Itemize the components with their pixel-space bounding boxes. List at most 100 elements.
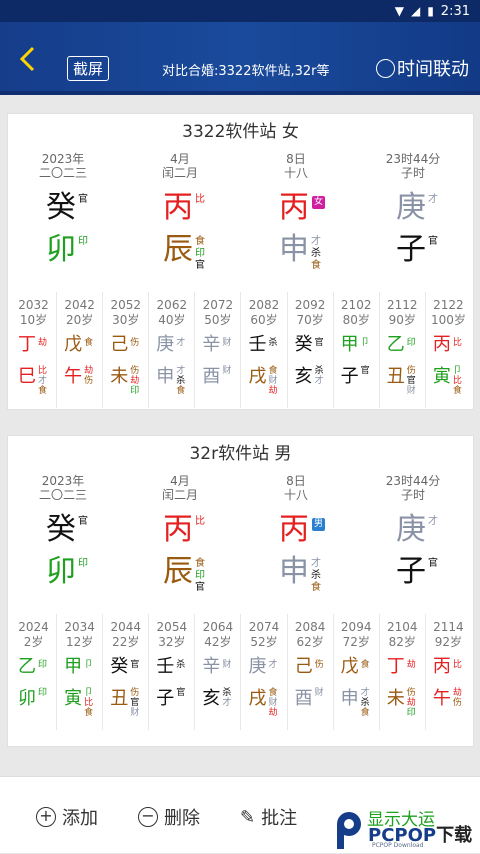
luck-branch: 未: [110, 366, 129, 387]
earthly-branch: 申: [279, 232, 309, 267]
screenshot-button[interactable]: 截屏: [67, 56, 110, 81]
luck-stem-tag: 财: [222, 338, 232, 348]
pillar-0: 2023年 二〇二三癸官卯印: [8, 152, 118, 267]
branch-tag: 官: [195, 260, 205, 271]
branch-tag: 印: [78, 236, 88, 247]
luck-stem-tag: 印: [38, 660, 48, 670]
luck-branch-tag: 食: [84, 708, 94, 718]
branch-tag: 印: [195, 570, 205, 581]
luck-cycle-column[interactable]: 2032 10岁丁巳 劫比才食: [11, 292, 58, 408]
luck-stem-tag: 才: [176, 338, 186, 348]
pillar-date: 23时44分: [385, 474, 441, 488]
luck-cycle-column[interactable]: 2062 40岁庚申才才杀食: [149, 292, 196, 408]
luck-cycle-column[interactable]: 2094 72岁戊申食才杀食: [334, 614, 380, 730]
luck-age: 72岁: [342, 635, 370, 649]
heavenly-stem: 癸: [46, 190, 76, 225]
earthly-branch: 辰: [163, 232, 193, 267]
luck-cycle-column[interactable]: 2082 60岁壬戌 杀食财劫: [241, 292, 288, 408]
luck-cycle-column[interactable]: 2072 50岁辛酉财财: [195, 292, 242, 408]
luck-branch-tag: 劫: [130, 376, 140, 386]
luck-cycle-column[interactable]: 2112 90岁乙丑 印伤官财: [380, 292, 426, 408]
time-link-toggle[interactable]: 时间联动: [376, 55, 469, 81]
luck-branch-tag: 才: [176, 366, 186, 376]
luck-stem-tag: 财: [222, 660, 232, 670]
pillar-date: 4月: [170, 474, 190, 488]
luck-branch-tag: 卩: [452, 366, 462, 376]
luck-age: 20岁: [66, 313, 94, 327]
luck-branch-tag: 劫: [268, 386, 278, 396]
luck-stem: 己: [110, 334, 129, 355]
pillar-date: 8日: [286, 152, 306, 166]
luck-branch: 寅: [432, 366, 451, 387]
luck-branch-tag: 杀: [314, 366, 324, 376]
branch-tag: 才: [311, 236, 321, 247]
heavenly-stem: 丙: [279, 190, 309, 225]
luck-year: 2032: [18, 298, 49, 312]
header-bar: 截屏 对比合婚:3322软件站,32r等 时间联动: [0, 22, 480, 95]
stem-tag: 才: [428, 516, 438, 527]
luck-age: 82岁: [388, 635, 416, 649]
branch-tag: 印: [78, 558, 88, 569]
pillar-date: 23时44分: [385, 152, 441, 166]
luck-cycle-column[interactable]: 2024 2岁乙卯印印: [11, 614, 58, 730]
luck-branch: 子: [156, 688, 175, 709]
luck-year: 2114: [433, 620, 464, 634]
luck-cycle-column[interactable]: 2034 12岁甲寅卩卩比食: [57, 614, 104, 730]
luck-branch: 申: [340, 688, 359, 709]
luck-cycle-column[interactable]: 2052 30岁己未伤伤劫印: [103, 292, 150, 408]
luck-cycle-column[interactable]: 2044 22岁癸丑官伤官财: [103, 614, 150, 730]
luck-age: 12岁: [66, 635, 94, 649]
luck-cycle-column[interactable]: 2122 100岁丙寅比卩比食: [426, 292, 471, 408]
luck-cycle-column[interactable]: 2064 42岁辛亥 财杀才: [195, 614, 242, 730]
luck-cycle-column[interactable]: 2084 62岁己酉 伤财: [288, 614, 334, 730]
luck-branch-tag: 劫: [268, 708, 278, 718]
note-button[interactable]: ✎ 批注: [240, 804, 297, 830]
luck-age: 62岁: [296, 635, 324, 649]
page-title: 对比合婚:3322软件站,32r等: [162, 64, 330, 79]
luck-branch: 子: [340, 366, 359, 387]
luck-branch-tag: 伤: [130, 688, 140, 698]
pcpop-logo-icon: [337, 812, 361, 849]
branch-tag: 官: [195, 582, 205, 593]
luck-branch-tag: 劫: [452, 688, 462, 698]
luck-branch-tag: 比: [452, 376, 462, 386]
luck-branch-tag: 食: [268, 366, 278, 376]
luck-stem: 甲: [64, 656, 83, 677]
luck-stem: 丁: [18, 334, 36, 355]
luck-stem-tag: 劫: [38, 338, 48, 348]
luck-branch: 未: [386, 688, 405, 709]
luck-cycle-column[interactable]: 2114 92岁丙午 比劫伤: [426, 614, 471, 730]
luck-stem: 乙: [18, 656, 36, 677]
luck-branch: 午: [432, 688, 451, 709]
luck-branch-tag: 食: [176, 386, 186, 396]
luck-year: 2062: [156, 298, 188, 312]
luck-age: 10岁: [19, 313, 48, 327]
luck-stem: 甲: [340, 334, 359, 355]
luck-cycle-column[interactable]: 2104 82岁丁未劫伤劫印: [380, 614, 426, 730]
earthly-branch: 卯: [46, 554, 76, 589]
luck-stem-tag: 官: [130, 660, 140, 670]
luck-branch-tag: 印: [38, 688, 48, 698]
back-button[interactable]: [14, 42, 42, 76]
luck-branch-tag: 食: [452, 386, 462, 396]
pillar-2: 8日 十八丙男申才杀食: [241, 474, 351, 593]
earthly-branch: 子: [396, 554, 426, 589]
luck-stem: 辛: [202, 334, 221, 355]
luck-branch: 亥: [202, 688, 221, 709]
branch-tag: 官: [428, 236, 438, 247]
add-button[interactable]: + 添加: [36, 804, 98, 830]
luck-stem: 癸: [294, 334, 313, 355]
luck-branch-tag: 杀: [222, 688, 232, 698]
bottom-toolbar: + 添加 − 删除 ✎ 批注 显示大运 PCPOP下载 PCPOP Downlo…: [0, 776, 480, 853]
luck-year: 2094: [340, 620, 372, 634]
luck-year: 2122: [433, 298, 464, 312]
luck-branch-tag: 财: [268, 698, 278, 708]
luck-cycle-column[interactable]: 2074 52岁庚戌 才食财劫: [241, 614, 288, 730]
luck-cycle-column[interactable]: 2102 80岁甲子 卩官: [334, 292, 380, 408]
delete-button[interactable]: − 删除: [138, 804, 200, 830]
luck-cycle-column[interactable]: 2054 32岁壬子 杀官: [149, 614, 196, 730]
luck-stem: 丁: [386, 656, 405, 677]
luck-branch-tag: 才: [222, 698, 232, 708]
luck-cycle-column[interactable]: 2092 70岁癸亥 官杀才: [288, 292, 334, 408]
luck-cycle-column[interactable]: 2042 20岁戊午 食劫伤: [57, 292, 104, 408]
